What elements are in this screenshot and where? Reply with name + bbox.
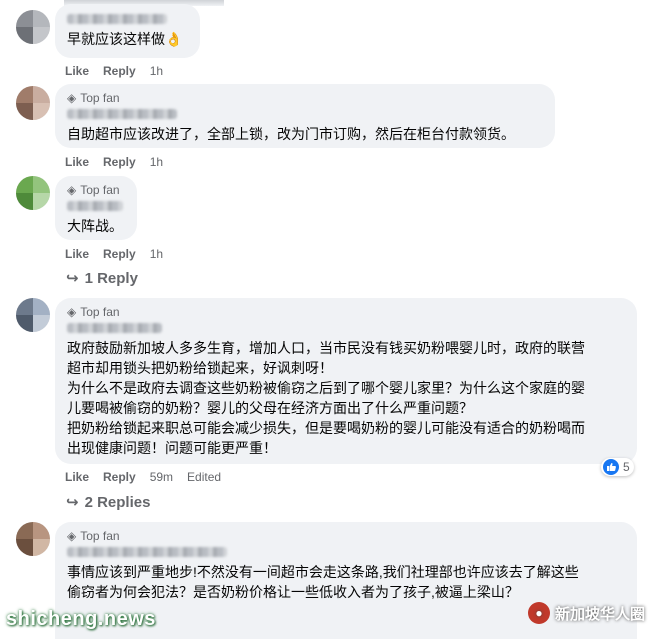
comment-actions: Like Reply 1h: [65, 155, 163, 169]
thumbs-up-icon: [603, 459, 619, 475]
reply-button[interactable]: Reply: [103, 247, 136, 261]
comment-text: 早就应该这样做👌: [67, 31, 183, 47]
comment-text: 政府鼓励新加坡人多多生育，增加人口，当市民没有钱买奶粉喂婴儿时，政府的联营 超市…: [67, 340, 585, 456]
reply-arrow-icon: ↪: [66, 494, 79, 511]
comment-text: 自助超市应该改进了，全部上锁，改为门市订购，然后在柜台付款领货。: [67, 126, 515, 142]
top-fan-badge: ◈ Top fan: [67, 183, 120, 197]
diamond-icon: ◈: [67, 183, 77, 197]
top-fan-badge: ◈ Top fan: [67, 529, 120, 543]
top-fan-badge: ◈ Top fan: [67, 305, 120, 319]
like-button[interactable]: Like: [65, 470, 89, 484]
brand-logo-icon: ●: [527, 602, 550, 624]
like-button[interactable]: Like: [65, 155, 89, 169]
avatar[interactable]: [16, 176, 50, 210]
avatar[interactable]: [16, 298, 50, 332]
reaction-number: 5: [623, 460, 630, 474]
view-replies-link[interactable]: ↪ 2 Replies: [66, 493, 150, 512]
diamond-icon: ◈: [67, 305, 77, 319]
comment-bubble: ◈ Top fan 大阵战。: [55, 176, 137, 240]
reply-arrow-icon: ↪: [66, 270, 79, 287]
comment-text: 大阵战。: [67, 218, 123, 234]
author-name-blurred[interactable]: [67, 547, 227, 557]
timestamp[interactable]: 59m: [150, 470, 173, 484]
timestamp[interactable]: 1h: [150, 247, 163, 261]
watermark-brand: ● 新加坡华人圈: [527, 602, 645, 624]
like-button[interactable]: Like: [65, 64, 89, 78]
watermark-site: shicheng.news: [6, 608, 156, 630]
top-fan-badge: ◈ Top fan: [67, 91, 120, 105]
author-name-blurred[interactable]: [67, 323, 162, 333]
like-button[interactable]: Like: [65, 247, 89, 261]
author-name-blurred[interactable]: [67, 109, 177, 119]
reply-button[interactable]: Reply: [103, 155, 136, 169]
comment-actions: Like Reply 1h: [65, 247, 163, 261]
avatar[interactable]: [16, 86, 50, 120]
timestamp[interactable]: 1h: [150, 64, 163, 78]
timestamp[interactable]: 1h: [150, 155, 163, 169]
comment-actions: Like Reply 59m Edited: [65, 470, 221, 484]
diamond-icon: ◈: [67, 529, 77, 543]
author-name-blurred[interactable]: [67, 201, 123, 211]
reply-button[interactable]: Reply: [103, 64, 136, 78]
reaction-count[interactable]: 5: [601, 458, 634, 476]
edited-label[interactable]: Edited: [187, 470, 221, 484]
reply-button[interactable]: Reply: [103, 470, 136, 484]
avatar[interactable]: [16, 522, 50, 556]
view-replies-link[interactable]: ↪ 1 Reply: [66, 269, 138, 288]
author-name-blurred[interactable]: [67, 14, 167, 24]
diamond-icon: ◈: [67, 91, 77, 105]
comment-bubble: ◈ Top fan 政府鼓励新加坡人多多生育，增加人口，当市民没有钱买奶粉喂婴儿…: [55, 298, 637, 464]
comment-bubble: 早就应该这样做👌: [55, 4, 200, 58]
comment-text: 事情应该到严重地步!不然没有一间超市会走这条路,我们社理部也许应该去了解这些 偷…: [67, 564, 579, 600]
avatar[interactable]: [16, 10, 50, 44]
comment-bubble: ◈ Top fan 自助超市应该改进了，全部上锁，改为门市订购，然后在柜台付款领…: [55, 84, 555, 148]
comment-actions: Like Reply 1h: [65, 64, 163, 78]
